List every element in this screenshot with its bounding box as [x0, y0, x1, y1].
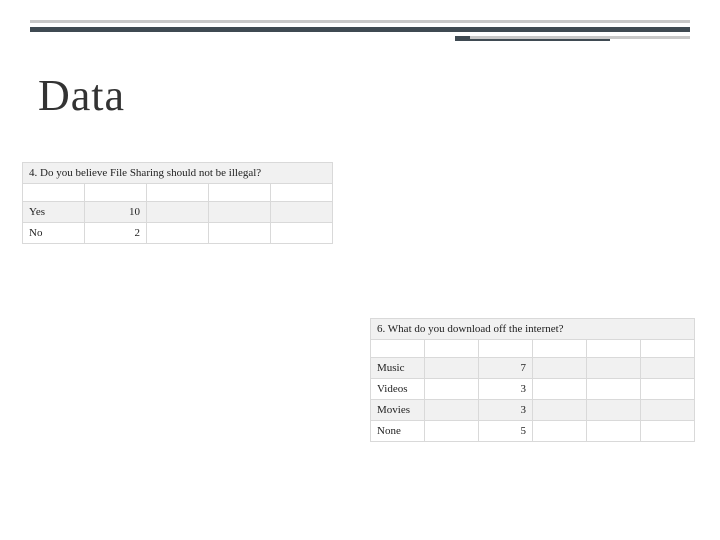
row-value: 3: [479, 379, 533, 400]
table-question-6: 6. What do you download off the internet…: [370, 318, 695, 442]
row-value: 5: [479, 421, 533, 442]
row-label: Yes: [23, 202, 85, 223]
question-text: 4. Do you believe File Sharing should no…: [23, 163, 333, 184]
table-row: [371, 340, 695, 358]
table-row: 4. Do you believe File Sharing should no…: [23, 163, 333, 184]
table-row: None 5: [371, 421, 695, 442]
row-label: Music: [371, 358, 425, 379]
row-label: Movies: [371, 400, 425, 421]
decor-line-dark-top: [30, 27, 690, 32]
decor-line-grey-right: [470, 36, 690, 39]
page-title: Data: [38, 70, 125, 121]
row-label: None: [371, 421, 425, 442]
table-row: 6. What do you download off the internet…: [371, 319, 695, 340]
row-value: 7: [479, 358, 533, 379]
table-row: Movies 3: [371, 400, 695, 421]
question-text: 6. What do you download off the internet…: [371, 319, 695, 340]
table-row: Yes 10: [23, 202, 333, 223]
table-row: Videos 3: [371, 379, 695, 400]
table-row: No 2: [23, 223, 333, 244]
row-value: 10: [85, 202, 147, 223]
table-row: Music 7: [371, 358, 695, 379]
row-value: 2: [85, 223, 147, 244]
decor-line-grey-top: [30, 20, 690, 23]
row-label: Videos: [371, 379, 425, 400]
table-question-4: 4. Do you believe File Sharing should no…: [22, 162, 333, 244]
row-label: No: [23, 223, 85, 244]
table-row: [23, 184, 333, 202]
row-value: 3: [479, 400, 533, 421]
